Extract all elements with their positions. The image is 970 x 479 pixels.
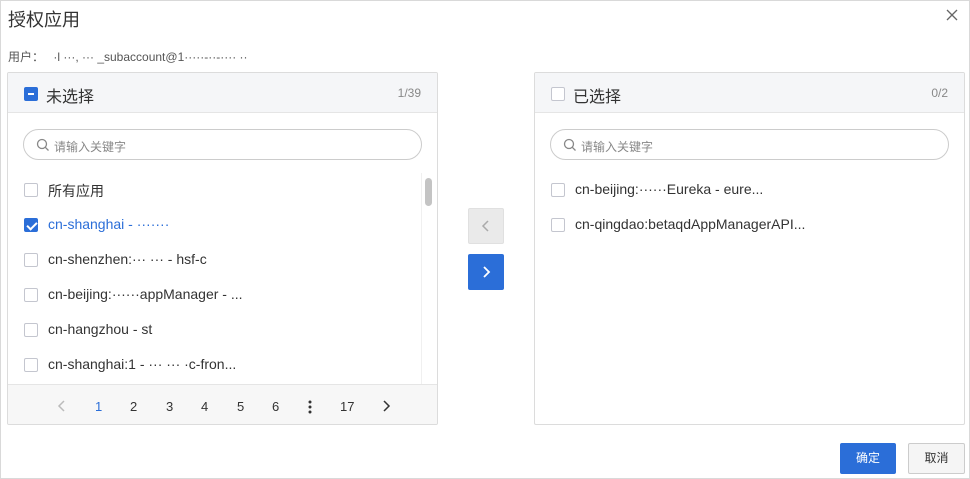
page-last[interactable]: 17 xyxy=(340,399,354,414)
item-checkbox[interactable] xyxy=(551,183,565,197)
selected-panel: 已选择 0/2 请输入关键字 cn-beijing:······Eureka -… xyxy=(534,72,965,425)
item-checkbox[interactable] xyxy=(24,218,38,232)
item-checkbox[interactable] xyxy=(551,218,565,232)
move-right-button[interactable] xyxy=(468,254,504,290)
item-checkbox[interactable] xyxy=(24,183,38,197)
chevron-left-icon[interactable] xyxy=(56,399,68,413)
ellipsis-vertical-icon[interactable] xyxy=(306,399,314,415)
unselected-panel: 未选择 1/39 请输入关键字 所有应用 cn-shanghai - ·····… xyxy=(7,72,438,425)
cancel-button[interactable]: 取消 xyxy=(908,443,965,474)
selected-count: 0/2 xyxy=(931,86,948,100)
chevron-right-icon[interactable] xyxy=(380,399,392,413)
user-value: ·l ···, ··· _subaccount@1·····-··-···· ·… xyxy=(53,50,248,64)
list-item[interactable]: cn-hangzhou - st xyxy=(8,313,423,348)
page-1[interactable]: 1 xyxy=(95,399,102,414)
list-item[interactable]: cn-shenzhen:··· ··· - hsf-c xyxy=(8,243,423,278)
item-label: cn-beijing:······appManager - ... xyxy=(48,286,243,302)
move-left-button[interactable] xyxy=(468,208,504,244)
list-item-all-apps[interactable]: 所有应用 xyxy=(8,173,423,208)
unselected-panel-title: 未选择 xyxy=(46,89,95,106)
select-all-checkbox[interactable] xyxy=(24,87,38,101)
page-5[interactable]: 5 xyxy=(237,399,244,414)
item-label: cn-hangzhou - st xyxy=(48,321,153,337)
selected-search-input[interactable]: 请输入关键字 xyxy=(550,129,949,160)
search-icon xyxy=(36,138,49,151)
list-scrollbar[interactable] xyxy=(421,173,434,385)
item-checkbox[interactable] xyxy=(24,358,38,372)
user-info: 用户： ·l ···, ··· _subaccount@1·····-··-··… xyxy=(8,48,248,65)
close-icon[interactable] xyxy=(941,4,963,26)
pagination: 1 2 3 4 5 6 17 xyxy=(8,384,437,424)
confirm-button[interactable]: 确定 xyxy=(840,443,896,474)
item-checkbox[interactable] xyxy=(24,253,38,267)
dialog-title: 授权应用 xyxy=(8,10,80,30)
unselected-panel-header: 未选择 1/39 xyxy=(8,73,437,113)
item-label: 所有应用 xyxy=(48,183,104,199)
chevron-right-icon xyxy=(483,266,491,278)
search-placeholder: 请输入关键字 xyxy=(581,140,654,154)
selected-panel-title: 已选择 xyxy=(573,89,622,106)
unselected-count: 1/39 xyxy=(397,86,421,100)
unselected-search-input[interactable]: 请输入关键字 xyxy=(23,129,422,160)
search-icon xyxy=(563,138,576,151)
list-item[interactable]: cn-shanghai:1 - ··· ··· ·c-fron... xyxy=(8,348,423,383)
page-2[interactable]: 2 xyxy=(130,399,137,414)
page-3[interactable]: 3 xyxy=(166,399,173,414)
search-placeholder: 请输入关键字 xyxy=(54,140,127,154)
item-checkbox[interactable] xyxy=(24,323,38,337)
list-item[interactable]: cn-qingdao:betaqdAppManagerAPI... xyxy=(535,208,950,243)
list-item[interactable]: cn-shanghai - ······· xyxy=(8,208,423,243)
item-label: cn-shanghai:1 - ··· ··· ·c-fron... xyxy=(48,356,237,372)
user-label: 用户： xyxy=(8,50,45,64)
item-label: cn-shenzhen:··· ··· - hsf-c xyxy=(48,251,207,267)
page-4[interactable]: 4 xyxy=(201,399,208,414)
item-label: cn-beijing:······Eureka - eure... xyxy=(575,181,764,197)
select-all-checkbox[interactable] xyxy=(551,87,565,101)
page-6[interactable]: 6 xyxy=(272,399,279,414)
list-item[interactable]: cn-beijing:······appManager - ... xyxy=(8,278,423,313)
authorize-app-dialog: 授权应用 用户： ·l ···, ··· _subaccount@1·····-… xyxy=(0,0,970,479)
chevron-left-icon xyxy=(481,220,489,232)
item-checkbox[interactable] xyxy=(24,288,38,302)
list-item[interactable]: cn-beijing:······Eureka - eure... xyxy=(535,173,950,208)
selected-panel-header: 已选择 0/2 xyxy=(535,73,964,113)
item-label: cn-qingdao:betaqdAppManagerAPI... xyxy=(575,216,806,232)
scrollbar-thumb[interactable] xyxy=(425,178,432,206)
item-label: cn-shanghai - ······· xyxy=(48,216,170,232)
